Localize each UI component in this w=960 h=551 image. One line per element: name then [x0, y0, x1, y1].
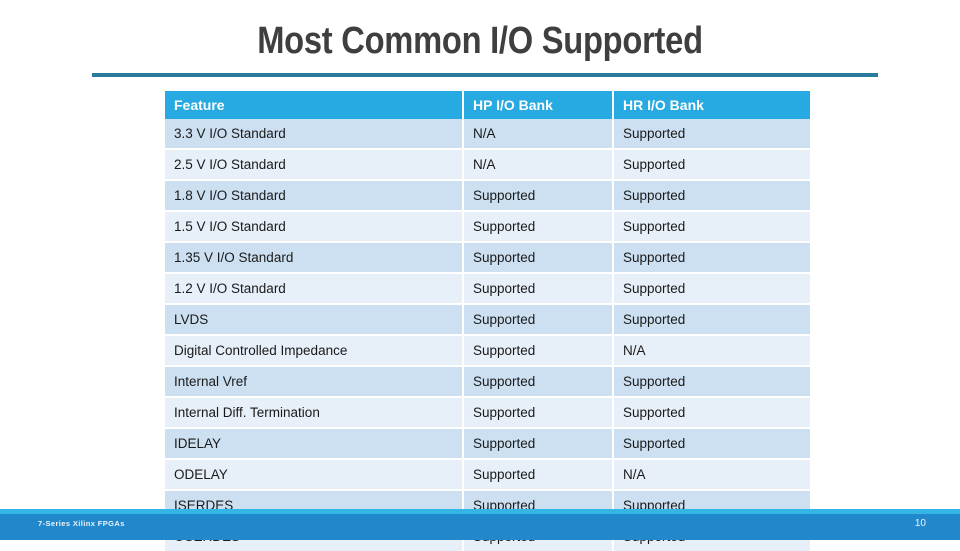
table-row: 1.2 V I/O Standard Supported Supported [165, 274, 810, 305]
cell-feature: 2.5 V I/O Standard [165, 150, 464, 181]
cell-hr-io-bank: Supported [614, 305, 810, 336]
cell-feature: Internal Vref [165, 367, 464, 398]
table-row: 1.35 V I/O Standard Supported Supported [165, 243, 810, 274]
table-row: 3.3 V I/O Standard N/A Supported [165, 119, 810, 150]
cell-hp-io-bank: Supported [464, 212, 614, 243]
cell-hr-io-bank: Supported [614, 119, 810, 150]
cell-hp-io-bank: N/A [464, 150, 614, 181]
cell-hr-io-bank: Supported [614, 398, 810, 429]
table-body: 3.3 V I/O Standard N/A Supported 2.5 V I/O … [165, 119, 810, 551]
cell-hp-io-bank: Supported [464, 367, 614, 398]
cell-hr-io-bank: N/A [614, 460, 810, 491]
cell-hp-io-bank: Supported [464, 429, 614, 460]
cell-hr-io-bank: Supported [614, 212, 810, 243]
table-row: LVDS Supported Supported [165, 305, 810, 336]
table-row: Digital Controlled Impedance Supported N/A [165, 336, 810, 367]
footer-bar [0, 514, 960, 540]
cell-feature: 1.8 V I/O Standard [165, 181, 464, 212]
cell-hp-io-bank: Supported [464, 460, 614, 491]
table-header: Feature HP I/O Bank HR I/O Bank [165, 91, 810, 119]
table-row: ODELAY Supported N/A [165, 460, 810, 491]
cell-feature: 3.3 V I/O Standard [165, 119, 464, 150]
table-row: Internal Diff. Termination Supported Suppo… [165, 398, 810, 429]
column-header-hp-io-bank: HP I/O Bank [464, 91, 614, 119]
cell-hr-io-bank: Supported [614, 181, 810, 212]
cell-hr-io-bank: Supported [614, 429, 810, 460]
title-divider [92, 73, 878, 77]
cell-hr-io-bank: Supported [614, 367, 810, 398]
table-row: Internal Vref Supported Supported [165, 367, 810, 398]
table-row: 1.8 V I/O Standard Supported Supported [165, 181, 810, 212]
cell-hr-io-bank: Supported [614, 150, 810, 181]
cell-hp-io-bank: Supported [464, 181, 614, 212]
cell-hp-io-bank: Supported [464, 398, 614, 429]
cell-hr-io-bank: N/A [614, 336, 810, 367]
slide-canvas: Most Common I/O Supported Feature HP I/O… [0, 0, 960, 551]
io-support-table: Feature HP I/O Bank HR I/O Bank 3.3 V I/… [165, 91, 810, 551]
cell-hp-io-bank: N/A [464, 119, 614, 150]
cell-hp-io-bank: Supported [464, 336, 614, 367]
table-row: IDELAY Supported Supported [165, 429, 810, 460]
cell-feature: IDELAY [165, 429, 464, 460]
page-title: Most Common I/O Supported [257, 20, 703, 62]
page-number: 10 [914, 518, 926, 529]
table-header-row: Feature HP I/O Bank HR I/O Bank [165, 91, 810, 119]
cell-hp-io-bank: Supported [464, 243, 614, 274]
cell-feature: LVDS [165, 305, 464, 336]
cell-hp-io-bank: Supported [464, 274, 614, 305]
cell-hr-io-bank: Supported [614, 274, 810, 305]
cell-hr-io-bank: Supported [614, 243, 810, 274]
cell-feature: 1.5 V I/O Standard [165, 212, 464, 243]
cell-hp-io-bank: Supported [464, 305, 614, 336]
table-row: 1.5 V I/O Standard Supported Supported [165, 212, 810, 243]
cell-feature: Digital Controlled Impedance [165, 336, 464, 367]
cell-feature: 1.2 V I/O Standard [165, 274, 464, 305]
cell-feature: 1.35 V I/O Standard [165, 243, 464, 274]
footer-label: 7-Series Xilinx FPGAs [38, 519, 125, 528]
cell-feature: ODELAY [165, 460, 464, 491]
cell-feature: Internal Diff. Termination [165, 398, 464, 429]
column-header-hr-io-bank: HR I/O Bank [614, 91, 810, 119]
table-row: 2.5 V I/O Standard N/A Supported [165, 150, 810, 181]
column-header-feature: Feature [165, 91, 464, 119]
